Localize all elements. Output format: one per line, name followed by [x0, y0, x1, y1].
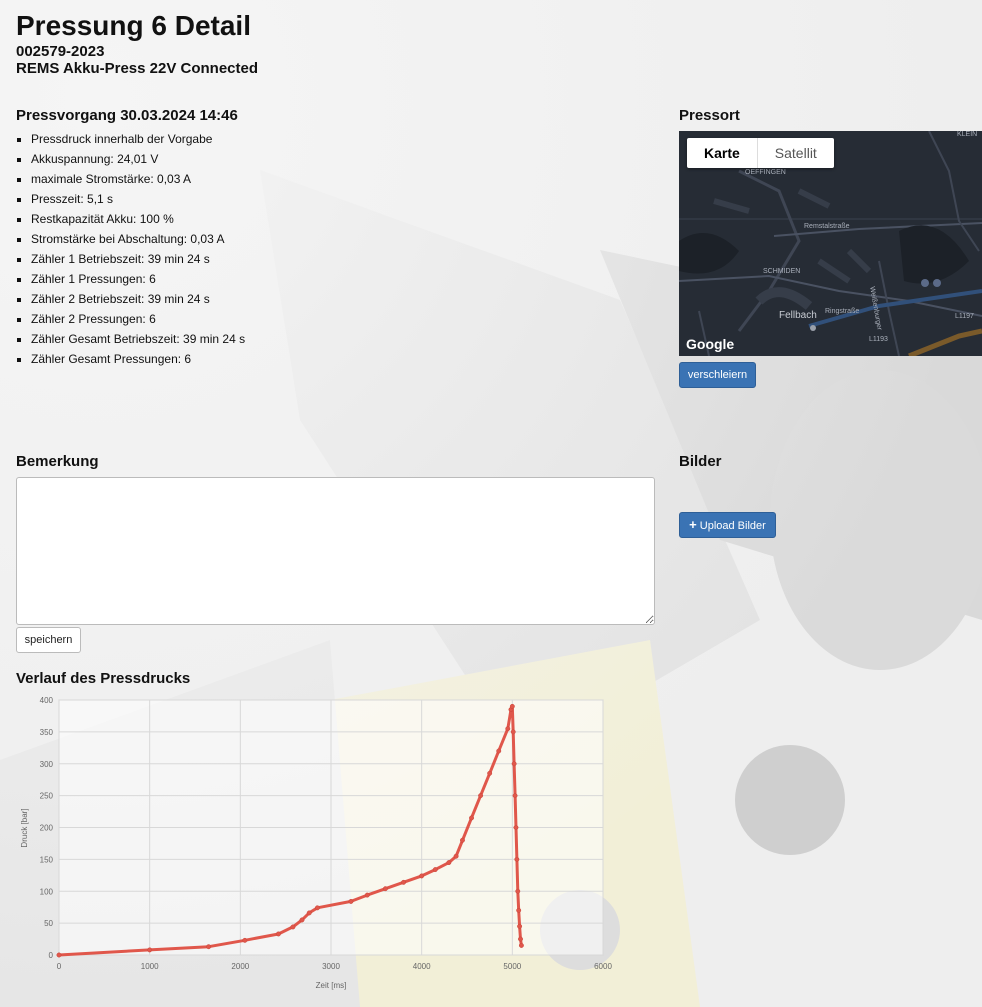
- data-point: [514, 856, 520, 862]
- order-number: 002579-2023: [16, 43, 105, 60]
- google-logo: Google: [686, 336, 735, 352]
- data-point: [446, 860, 452, 866]
- x-tick-label: 0: [57, 962, 62, 971]
- data-point: [419, 873, 425, 879]
- list-item: Zähler Gesamt Betriebszeit: 39 min 24 s: [31, 329, 245, 349]
- data-point: [147, 947, 153, 953]
- map-label: Fellbach: [779, 310, 817, 321]
- data-point: [517, 923, 523, 929]
- data-point: [496, 748, 502, 754]
- data-point: [453, 853, 459, 859]
- list-item: maximale Stromstärke: 0,03 A: [31, 169, 245, 189]
- y-tick-label: 0: [49, 951, 54, 960]
- list-item: Zähler 2 Pressungen: 6: [31, 309, 245, 329]
- data-point: [364, 892, 370, 898]
- data-point: [518, 942, 524, 948]
- data-point: [314, 905, 320, 911]
- x-axis-label: Zeit [ms]: [316, 981, 347, 990]
- list-item: Zähler 2 Betriebszeit: 39 min 24 s: [31, 289, 245, 309]
- remark-textarea[interactable]: [16, 477, 655, 625]
- tab-map[interactable]: Karte: [687, 138, 757, 168]
- x-tick-label: 3000: [322, 962, 340, 971]
- remark-heading: Bemerkung: [16, 453, 99, 470]
- x-tick-label: 2000: [231, 962, 249, 971]
- save-button[interactable]: speichern: [16, 627, 81, 653]
- data-point: [348, 899, 354, 904]
- data-point: [515, 888, 521, 894]
- data-point: [511, 761, 517, 767]
- map-label: OEFFINGEN: [745, 169, 786, 176]
- pressure-chart: Druck [bar] Zeit [ms] 0 50 100 150 200 250 300…: [20, 696, 612, 990]
- data-point: [510, 729, 516, 735]
- data-point: [382, 886, 388, 892]
- x-tick-label: 6000: [594, 962, 612, 971]
- x-tick-label: 4000: [413, 962, 431, 971]
- upload-images-button[interactable]: + Upload Bilder: [679, 512, 776, 538]
- map-label: L1193: [869, 336, 888, 343]
- data-point: [206, 944, 212, 950]
- data-point: [512, 793, 518, 799]
- list-item: Akkuspannung: 24,01 V: [31, 149, 245, 169]
- data-point: [509, 703, 515, 709]
- data-point: [460, 837, 465, 843]
- data-point: [478, 793, 484, 799]
- chart-heading: Verlauf des Pressdrucks: [16, 670, 191, 687]
- images-heading: Bilder: [679, 453, 722, 470]
- y-axis-label: Druck [bar]: [20, 808, 29, 847]
- x-tick-label: 5000: [503, 962, 521, 971]
- data-point: [56, 952, 62, 958]
- data-point: [516, 907, 522, 913]
- data-point: [513, 825, 519, 830]
- obscure-button[interactable]: verschleiern: [679, 362, 756, 388]
- map-label: L1197: [955, 313, 974, 320]
- data-point: [469, 815, 474, 821]
- plus-icon: +: [689, 517, 697, 532]
- upload-button-label: Upload Bilder: [699, 520, 766, 532]
- data-point: [518, 936, 523, 942]
- list-item: Zähler Gesamt Pressungen: 6: [31, 349, 245, 369]
- y-tick-label: 50: [44, 919, 53, 928]
- map-type-tabs: Karte Satellit: [687, 138, 834, 168]
- data-point: [290, 924, 296, 930]
- y-tick-label: 200: [40, 824, 54, 833]
- data-point: [432, 867, 438, 873]
- data-point: [487, 770, 493, 776]
- page-title: Pressung 6 Detail: [16, 10, 251, 41]
- list-item: Restkapazität Akku: 100 %: [31, 209, 245, 229]
- device-name: REMS Akku-Press 22V Connected: [16, 60, 259, 77]
- map-label: KLEIN: [957, 131, 978, 138]
- y-tick-label: 150: [40, 855, 54, 864]
- list-item: Presszeit: 5,1 s: [31, 189, 245, 209]
- data-point: [275, 931, 281, 937]
- data-point: [505, 726, 511, 732]
- map-label: Remstalstraße: [804, 223, 850, 230]
- data-point: [242, 937, 248, 943]
- y-tick-label: 400: [40, 696, 54, 705]
- map-label: Ringstraße: [825, 308, 860, 315]
- map-label: SCHMIDEN: [763, 268, 801, 275]
- data-point: [299, 917, 305, 923]
- data-point: [306, 910, 312, 916]
- list-item: Pressdruck innerhalb der Vorgabe: [31, 129, 245, 149]
- map[interactable]: OEFFINGEN Remstalstraße SCHMIDEN Fellbac…: [679, 131, 982, 356]
- y-tick-label: 100: [40, 887, 54, 896]
- list-item: Stromstärke bei Abschaltung: 0,03 A: [31, 229, 245, 249]
- x-tick-label: 1000: [141, 962, 159, 971]
- list-item: Zähler 1 Betriebszeit: 39 min 24 s: [31, 249, 245, 269]
- y-tick-label: 300: [40, 760, 54, 769]
- y-tick-label: 250: [40, 792, 54, 801]
- press-process-heading: Pressvorgang 30.03.2024 14:46: [16, 107, 238, 124]
- tab-satellite[interactable]: Satellit: [756, 138, 834, 168]
- y-tick-label: 350: [40, 728, 54, 737]
- list-item: Zähler 1 Pressungen: 6: [31, 269, 245, 289]
- location-heading: Pressort: [679, 107, 740, 124]
- data-point: [401, 879, 406, 885]
- press-facts-list: Pressdruck innerhalb der Vorgabe Akkuspa…: [16, 129, 245, 369]
